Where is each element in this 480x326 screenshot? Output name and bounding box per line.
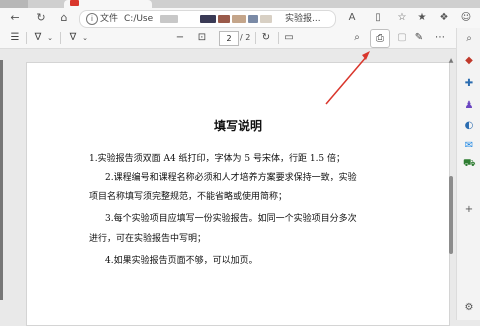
window-edge <box>0 60 3 300</box>
scroll-up-icon[interactable]: ▲ <box>448 58 454 64</box>
outlook-icon[interactable]: ✉ <box>463 140 475 152</box>
add-icon[interactable]: + <box>463 204 475 216</box>
scrollbar-thumb[interactable] <box>449 176 453 254</box>
shopping-cart-icon[interactable]: ⛟ <box>463 158 476 170</box>
vertical-scrollbar[interactable]: ▲ <box>448 58 454 320</box>
annotation-arrow <box>325 51 370 105</box>
sidebar-settings-icon[interactable]: ⚙ <box>463 302 475 314</box>
games-icon[interactable]: ♟ <box>463 100 475 112</box>
search-icon[interactable]: ⌕ <box>463 33 475 45</box>
tools-icon[interactable]: ✚ <box>463 78 475 90</box>
shopping-tag-icon[interactable]: ◆ <box>463 55 475 67</box>
edge-sidebar: ⌕ ◆ ✚ ♟ ◐ ✉ ⛟ + ⚙ <box>456 28 480 320</box>
office-icon[interactable]: ◐ <box>463 120 475 132</box>
